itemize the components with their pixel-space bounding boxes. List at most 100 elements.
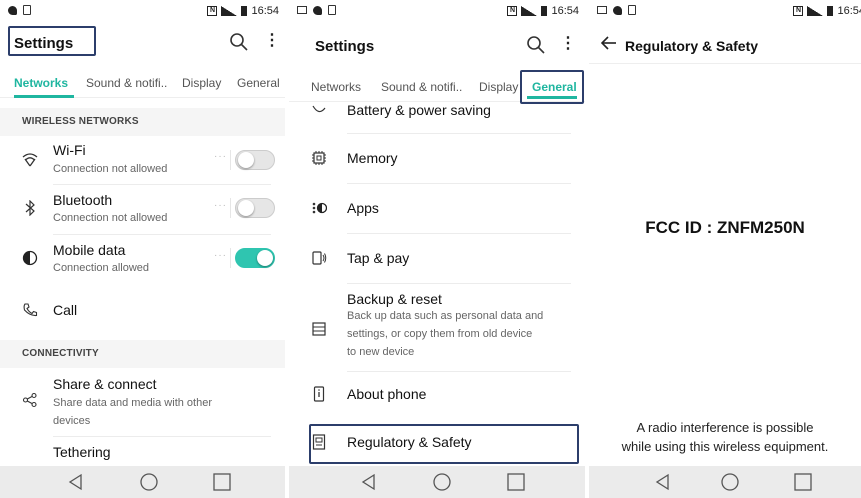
tab-bar: Networks Sound & notifi.. Display Genera…	[0, 68, 285, 98]
tap-pay-icon	[312, 251, 327, 265]
tab-display[interactable]: Display	[479, 80, 518, 94]
wifi-toggle[interactable]	[235, 150, 275, 170]
bluetooth-subtitle: Connection not allowed	[53, 212, 168, 224]
divider	[347, 283, 571, 284]
share-connect-subtitle-2: devices	[53, 415, 91, 427]
call-title: Call	[53, 302, 78, 318]
bluetooth-more-dots: ···	[214, 200, 227, 211]
wifi-icon	[22, 153, 38, 167]
about-phone-title: About phone	[347, 386, 427, 402]
mobile-data-more-dots: ···	[214, 250, 227, 261]
search-icon[interactable]	[526, 35, 546, 55]
clock: 16:54	[551, 5, 579, 17]
section-header-wireless: WIRELESS NETWORKS	[0, 108, 285, 136]
signal-icon	[521, 6, 538, 16]
share-connect-title: Share & connect	[53, 376, 157, 392]
section-header-connectivity: CONNECTIVITY	[0, 340, 285, 368]
tap-pay-title: Tap & pay	[347, 250, 410, 266]
mobile-data-icon	[22, 250, 38, 266]
settings-general-screen: N 16:54 Settings ⋮ Networks Sound & noti…	[289, 0, 585, 498]
app-bar: Settings ⋮	[289, 22, 585, 68]
bluetooth-row[interactable]: Bluetooth Connection not allowed ···	[0, 188, 285, 234]
recents-nav-icon[interactable]	[506, 472, 526, 492]
mobile-data-separator	[230, 248, 231, 268]
more-options-icon[interactable]: ⋮	[264, 32, 280, 52]
bluetooth-separator	[230, 198, 231, 218]
apps-icon	[312, 202, 327, 214]
bluetooth-toggle[interactable]	[235, 198, 275, 218]
tethering-row[interactable]: Tethering	[0, 438, 285, 466]
home-nav-icon[interactable]	[432, 472, 452, 492]
battery-icon	[541, 6, 548, 16]
share-connect-subtitle-1: Share data and media with other	[53, 397, 212, 409]
backup-reset-row[interactable]: Backup & reset Back up data such as pers…	[289, 285, 585, 371]
back-nav-icon[interactable]	[653, 472, 673, 492]
back-nav-icon[interactable]	[66, 472, 86, 492]
nav-bar	[289, 466, 585, 498]
title-highlight-box	[8, 26, 96, 56]
divider	[53, 184, 271, 185]
signal-icon	[221, 6, 238, 16]
signal-icon	[807, 6, 824, 16]
nfc-icon: N	[207, 6, 218, 16]
home-nav-icon[interactable]	[139, 472, 159, 492]
memory-row[interactable]: Memory	[289, 135, 585, 183]
nfc-icon: N	[507, 6, 518, 16]
divider	[347, 183, 571, 184]
status-bar: N 16:54	[289, 0, 585, 22]
battery-icon	[827, 6, 834, 16]
back-arrow-icon[interactable]	[601, 36, 617, 50]
page-title: Settings	[315, 38, 375, 55]
regulatory-safety-screen: N 16:54 Regulatory & Safety FCC ID : ZNF…	[589, 0, 861, 498]
regulatory-highlight-box	[309, 424, 579, 464]
status-bar: N 16:54	[0, 0, 285, 22]
tap-pay-row[interactable]: Tap & pay	[289, 235, 585, 283]
mobile-data-row[interactable]: Mobile data Connection allowed ···	[0, 238, 285, 284]
tab-networks[interactable]: Networks	[311, 80, 361, 94]
apps-row[interactable]: Apps	[289, 185, 585, 233]
notification-icon	[8, 5, 17, 15]
clock: 16:54	[251, 5, 279, 17]
wifi-title: Wi-Fi	[53, 142, 86, 158]
wifi-row[interactable]: Wi-Fi Connection not allowed ···	[0, 138, 285, 184]
tab-general[interactable]: General	[237, 76, 280, 90]
battery-saving-icon	[312, 105, 326, 113]
search-icon[interactable]	[229, 32, 249, 52]
backup-subtitle-1: Back up data such as personal data and	[347, 310, 544, 322]
home-nav-icon[interactable]	[720, 472, 740, 492]
back-nav-icon[interactable]	[359, 472, 379, 492]
call-row[interactable]: Call	[0, 288, 285, 332]
interference-notice-line-1: A radio interference is possible	[636, 420, 814, 435]
phone-status-icon	[328, 5, 336, 15]
toggle-knob	[238, 152, 254, 168]
about-phone-row[interactable]: About phone	[289, 373, 585, 419]
backup-subtitle-3: to new device	[347, 346, 415, 358]
status-bar: N 16:54	[589, 0, 861, 22]
divider	[53, 234, 271, 235]
mobile-data-toggle[interactable]	[235, 248, 275, 268]
share-icon	[22, 392, 37, 408]
more-options-icon[interactable]: ⋮	[560, 35, 576, 55]
info-icon	[313, 386, 325, 402]
battery-icon	[241, 6, 248, 16]
mobile-data-subtitle: Connection allowed	[53, 262, 150, 274]
tab-sound[interactable]: Sound & notifi..	[86, 76, 167, 90]
recents-nav-icon[interactable]	[212, 472, 232, 492]
tab-display[interactable]: Display	[182, 76, 221, 90]
interference-notice-line-2: while using this wireless equipment.	[621, 439, 829, 454]
tab-bar: Networks Sound & notifi.. Display Genera…	[289, 70, 585, 104]
divider	[53, 436, 271, 437]
bluetooth-icon	[25, 200, 35, 216]
tab-sound[interactable]: Sound & notifi..	[381, 80, 462, 94]
tethering-title: Tethering	[53, 444, 111, 460]
clock: 16:54	[837, 5, 861, 17]
share-connect-row[interactable]: Share & connect Share data and media wit…	[0, 370, 285, 430]
notification-icon	[613, 5, 622, 15]
recents-nav-icon[interactable]	[793, 472, 813, 492]
tab-networks[interactable]: Networks	[14, 76, 68, 90]
toggle-knob	[257, 250, 273, 266]
toggle-knob	[238, 200, 254, 216]
nfc-icon: N	[793, 6, 804, 16]
backup-subtitle-2: settings, or copy them from old device	[347, 328, 533, 340]
battery-row[interactable]: Battery & power saving	[289, 100, 585, 132]
